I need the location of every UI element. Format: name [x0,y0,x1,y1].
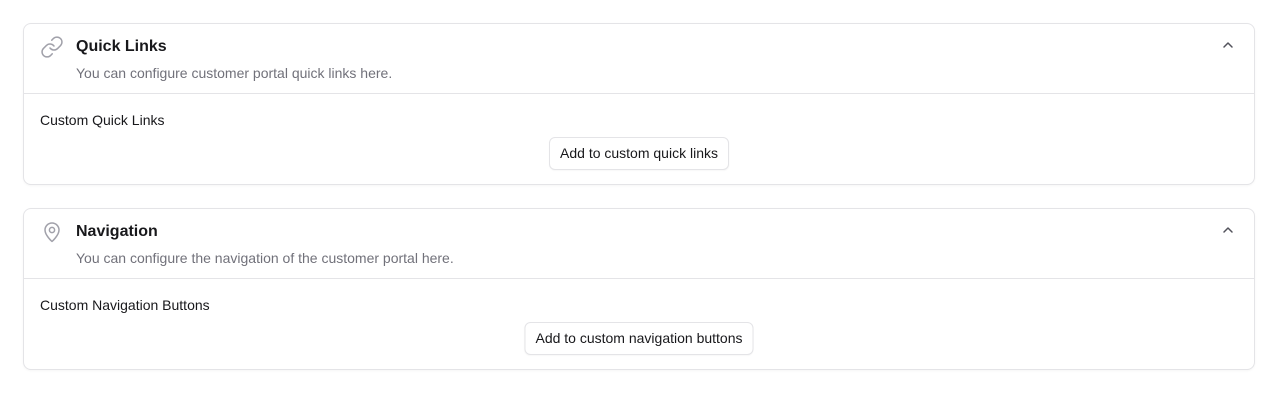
navigation-header: Navigation You can configure the navigat… [24,209,1254,279]
navigation-card: Navigation You can configure the navigat… [23,208,1255,370]
navigation-title: Navigation [76,223,158,240]
quick-links-body: Custom Quick Links Add to custom quick l… [24,94,1254,186]
navigation-description: You can configure the navigation of the … [76,250,454,266]
add-custom-navigation-buttons-button[interactable]: Add to custom navigation buttons [524,322,754,355]
quick-links-card: Quick Links You can configure customer p… [23,23,1255,185]
custom-quick-links-label: Custom Quick Links [40,112,165,128]
link-icon [41,36,63,58]
quick-links-title: Quick Links [76,38,167,55]
chevron-up-icon[interactable] [1220,222,1236,238]
chevron-up-icon[interactable] [1220,37,1236,53]
navigation-body: Custom Navigation Buttons Add to custom … [24,279,1254,371]
quick-links-description: You can configure customer portal quick … [76,65,393,81]
map-pin-icon [44,222,60,243]
add-custom-quick-links-button[interactable]: Add to custom quick links [549,137,729,170]
custom-navigation-buttons-label: Custom Navigation Buttons [40,297,210,313]
quick-links-header: Quick Links You can configure customer p… [24,24,1254,94]
